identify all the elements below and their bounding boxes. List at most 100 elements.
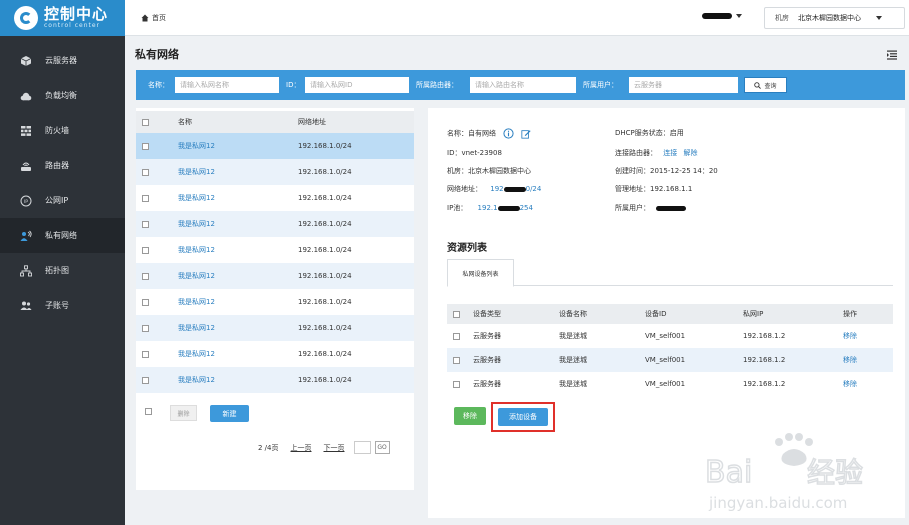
filter-router-label: 所属路由器： bbox=[416, 81, 458, 89]
remove-device-link[interactable]: 移除 bbox=[843, 380, 857, 388]
sidebar-item-firewall[interactable]: 防火墙 bbox=[0, 113, 125, 148]
search-button[interactable]: 查询 bbox=[744, 77, 787, 93]
go-button[interactable]: GO bbox=[374, 441, 390, 454]
user-dropdown[interactable] bbox=[702, 13, 742, 19]
row-checkbox[interactable] bbox=[142, 376, 149, 384]
info-icon[interactable] bbox=[503, 128, 514, 139]
filter-name-input[interactable] bbox=[175, 77, 279, 93]
column-header-name[interactable]: 名称 bbox=[170, 111, 298, 133]
table-row[interactable]: 我是私网12 192.168.1.0/24 bbox=[136, 159, 414, 185]
edit-icon[interactable] bbox=[521, 129, 532, 139]
sidebar-item-load-balance[interactable]: 负载均衡 bbox=[0, 78, 125, 113]
network-name-link[interactable]: 我是私网12 bbox=[178, 168, 215, 176]
column-header-device-id[interactable]: 设备ID bbox=[645, 304, 743, 324]
network-name-link[interactable]: 我是私网12 bbox=[178, 194, 215, 202]
device-name: 我是迷城 bbox=[559, 356, 587, 364]
row-checkbox[interactable] bbox=[142, 194, 149, 202]
table-row[interactable]: 我是私网12 192.168.1.0/24 bbox=[136, 211, 414, 237]
select-all-checkbox[interactable] bbox=[453, 310, 460, 318]
sidebar-item-topology[interactable]: 拓扑图 bbox=[0, 253, 125, 288]
row-checkbox[interactable] bbox=[142, 324, 149, 332]
resource-table: 设备类型 设备名称 设备ID 私网IP 操作 云服务器 我是迷城 VM_self00… bbox=[447, 304, 893, 396]
remove-button[interactable]: 移除 bbox=[454, 407, 486, 425]
row-checkbox[interactable] bbox=[142, 142, 149, 150]
device-ip: 192.168.1.2 bbox=[743, 332, 786, 340]
row-checkbox[interactable] bbox=[453, 332, 460, 340]
row-checkbox[interactable] bbox=[142, 298, 149, 306]
select-all-checkbox[interactable] bbox=[142, 118, 149, 126]
detail-name: 名称：自有网络 bbox=[447, 128, 532, 139]
table-row[interactable]: 我是私网12 192.168.1.0/24 bbox=[136, 237, 414, 263]
logo[interactable]: 控制中心 control center bbox=[0, 0, 125, 36]
detail-room-value: 北京木樨园数据中心 bbox=[468, 167, 531, 175]
connect-router-link[interactable]: 连接 bbox=[663, 149, 677, 157]
network-name-link[interactable]: 我是私网12 bbox=[178, 324, 215, 332]
table-row[interactable]: 云服务器 我是迷城 VM_self001 192.168.1.2 移除 bbox=[447, 348, 893, 372]
filter-user-label: 所属用户： bbox=[583, 81, 618, 89]
sidebar-item-router[interactable]: 路由器 bbox=[0, 148, 125, 183]
detail-router: 连接路由器： 连接 解除 bbox=[615, 149, 698, 157]
page-number-input[interactable] bbox=[353, 441, 371, 454]
filter-user-input[interactable] bbox=[629, 77, 738, 93]
network-name-link[interactable]: 我是私网12 bbox=[178, 246, 215, 254]
breadcrumb[interactable]: 首页 bbox=[141, 13, 166, 23]
device-type: 云服务器 bbox=[473, 332, 501, 340]
network-address: 192.168.1.0/24 bbox=[298, 272, 352, 280]
add-device-button[interactable]: 添加设备 bbox=[498, 408, 548, 426]
remove-device-link[interactable]: 移除 bbox=[843, 356, 857, 364]
table-row[interactable]: 我是私网12 192.168.1.0/24 bbox=[136, 263, 414, 289]
table-row[interactable]: 我是私网12 192.168.1.0/24 bbox=[136, 185, 414, 211]
detail-mgmt-value: 192.168.1.1 bbox=[650, 185, 693, 193]
detail-network-address: 网络地址： 192 0/24 bbox=[447, 185, 542, 193]
network-name-link[interactable]: 我是私网12 bbox=[178, 350, 215, 358]
sidebar-item-sub-account[interactable]: 子账号 bbox=[0, 288, 125, 323]
sidebar-item-label: 子账号 bbox=[45, 301, 69, 310]
row-checkbox[interactable] bbox=[142, 168, 149, 176]
table-header-row: 名称 网络地址 bbox=[136, 111, 414, 133]
network-name-link[interactable]: 我是私网12 bbox=[178, 272, 215, 280]
chevron-down-icon bbox=[736, 14, 742, 18]
network-name-link[interactable]: 我是私网12 bbox=[178, 220, 215, 228]
prev-page-link[interactable]: 上一页 bbox=[291, 443, 312, 453]
device-ip: 192.168.1.2 bbox=[743, 356, 786, 364]
row-checkbox[interactable] bbox=[142, 246, 149, 254]
table-row[interactable]: 我是私网12 192.168.1.0/24 bbox=[136, 341, 414, 367]
room-select[interactable]: 机房 北京木樨园数据中心 bbox=[764, 7, 905, 29]
cube-icon bbox=[20, 55, 32, 67]
table-row[interactable]: 我是私网12 192.168.1.0/24 bbox=[136, 367, 414, 393]
network-name-link[interactable]: 我是私网12 bbox=[178, 298, 215, 306]
row-checkbox[interactable] bbox=[142, 272, 149, 280]
sidebar-item-private-network[interactable]: 私有网络 bbox=[0, 218, 125, 253]
filter-router-input[interactable] bbox=[470, 77, 576, 93]
device-name: 我是迷城 bbox=[559, 332, 587, 340]
footer-select-checkbox[interactable] bbox=[145, 408, 152, 415]
network-name-link[interactable]: 我是私网12 bbox=[178, 376, 215, 384]
column-header-address[interactable]: 网络地址 bbox=[298, 111, 414, 133]
disconnect-router-link[interactable]: 解除 bbox=[683, 149, 697, 157]
row-checkbox[interactable] bbox=[453, 356, 460, 364]
delete-button[interactable]: 删除 bbox=[170, 405, 197, 421]
table-row[interactable]: 我是私网12 192.168.1.0/24 bbox=[136, 315, 414, 341]
collapse-menu-icon[interactable] bbox=[886, 49, 898, 61]
row-checkbox[interactable] bbox=[142, 220, 149, 228]
sidebar-item-cloud-server[interactable]: 云服务器 bbox=[0, 43, 125, 78]
column-header-device-type[interactable]: 设备类型 bbox=[473, 304, 559, 324]
column-header-private-ip[interactable]: 私网IP bbox=[743, 304, 843, 324]
new-button[interactable]: 新建 bbox=[210, 405, 249, 422]
tab-private-devices[interactable]: 私网设备列表 bbox=[447, 259, 514, 287]
network-name-link[interactable]: 我是私网12 bbox=[178, 142, 215, 150]
filter-name-label: 名称： bbox=[148, 81, 169, 89]
table-row[interactable]: 云服务器 我是迷城 VM_self001 192.168.1.2 移除 bbox=[447, 324, 893, 348]
remove-device-link[interactable]: 移除 bbox=[843, 332, 857, 340]
table-row[interactable]: 云服务器 我是迷城 VM_self001 192.168.1.2 移除 bbox=[447, 372, 893, 396]
filter-id-input[interactable] bbox=[305, 77, 409, 93]
sidebar-item-public-ip[interactable]: IP 公网IP bbox=[0, 183, 125, 218]
row-checkbox[interactable] bbox=[142, 350, 149, 358]
next-page-link[interactable]: 下一页 bbox=[324, 443, 345, 453]
network-table: 名称 网络地址 我是私网12 192.168.1.0/24 我是私网12 192.16… bbox=[136, 111, 414, 393]
table-row[interactable]: 我是私网12 192.168.1.0/24 bbox=[136, 133, 414, 159]
column-header-device-name[interactable]: 设备名称 bbox=[559, 304, 645, 324]
row-checkbox[interactable] bbox=[453, 380, 460, 388]
table-row[interactable]: 我是私网12 192.168.1.0/24 bbox=[136, 289, 414, 315]
sidebar-item-label: 防火墙 bbox=[45, 126, 69, 135]
